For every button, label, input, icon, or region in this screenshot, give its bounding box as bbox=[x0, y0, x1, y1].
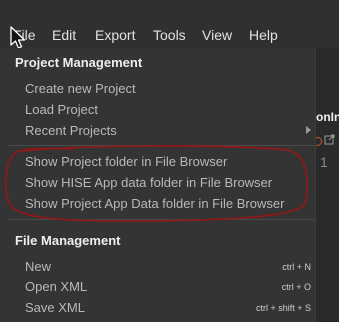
save-xml-shortcut: ctrl + shift + S bbox=[255, 303, 311, 313]
menu-tools[interactable]: Tools bbox=[153, 27, 186, 43]
menu-export[interactable]: Export bbox=[95, 27, 135, 43]
file-menu-dropdown: Project Management Create new Project Lo… bbox=[0, 48, 316, 322]
create-new-project-item[interactable]: Create new Project bbox=[25, 81, 136, 96]
submenu-arrow-icon bbox=[306, 126, 311, 134]
show-project-folder-item[interactable]: Show Project folder in File Browser bbox=[25, 154, 227, 169]
open-xml-shortcut: ctrl + O bbox=[281, 282, 311, 292]
menu-view[interactable]: View bbox=[202, 27, 232, 43]
menu-separator bbox=[8, 219, 314, 220]
save-xml-item[interactable]: Save XML bbox=[25, 300, 85, 315]
recent-projects-item[interactable]: Recent Projects bbox=[25, 123, 117, 138]
new-file-item[interactable]: New bbox=[25, 259, 51, 274]
line-number: 1 bbox=[320, 154, 328, 170]
menu-bar: File Edit Export Tools View Help bbox=[0, 0, 339, 48]
show-project-app-data-folder-item[interactable]: Show Project App Data folder in File Bro… bbox=[25, 196, 284, 211]
popout-icon[interactable] bbox=[324, 134, 335, 145]
menu-edit[interactable]: Edit bbox=[52, 27, 76, 43]
project-management-header: Project Management bbox=[15, 55, 143, 70]
new-file-shortcut: ctrl + N bbox=[282, 262, 311, 272]
show-hise-app-data-folder-item[interactable]: Show HISE App data folder in File Browse… bbox=[25, 175, 272, 190]
mouse-cursor-icon bbox=[10, 26, 26, 49]
load-project-item[interactable]: Load Project bbox=[25, 102, 98, 117]
code-editor-background bbox=[316, 48, 339, 322]
menu-separator bbox=[8, 145, 314, 146]
open-xml-item[interactable]: Open XML bbox=[25, 279, 87, 294]
editor-tab-label[interactable]: onIni bbox=[316, 110, 339, 124]
menu-help[interactable]: Help bbox=[249, 27, 278, 43]
app-window: File Edit Export Tools View Help onIni 1… bbox=[0, 0, 339, 322]
file-management-header: File Management bbox=[15, 233, 121, 248]
